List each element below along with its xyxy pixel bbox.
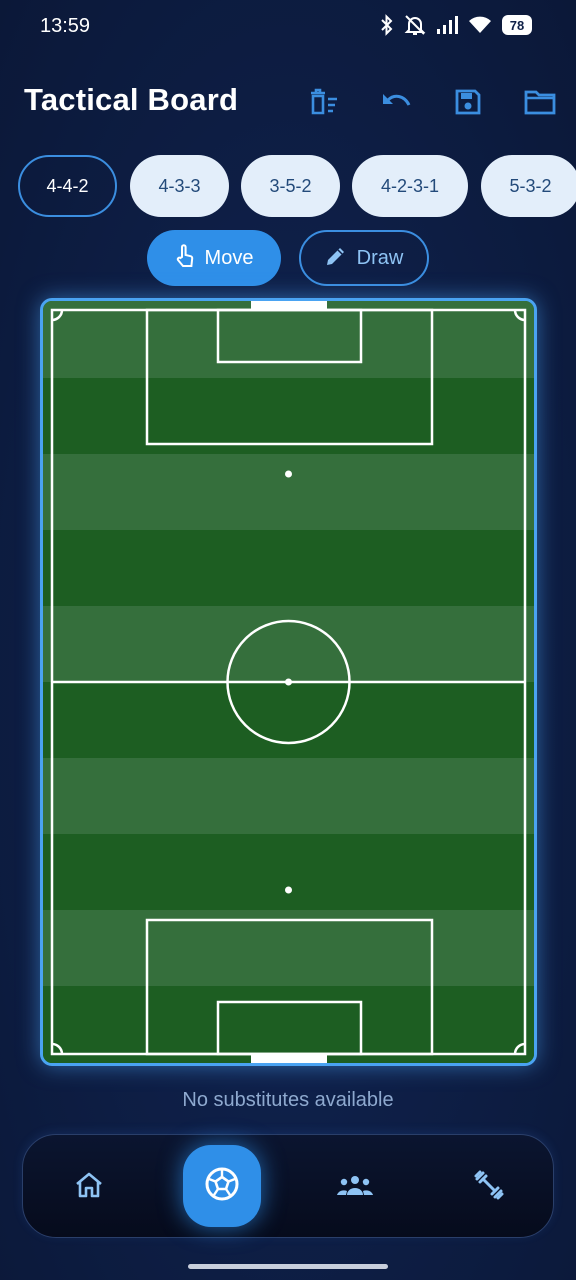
open-folder-button[interactable] — [520, 82, 560, 122]
formation-chip-5-3-2[interactable]: 5-3-2 — [481, 155, 576, 217]
home-icon — [74, 1171, 104, 1204]
nav-home[interactable] — [59, 1157, 119, 1217]
folder-icon — [524, 89, 556, 115]
bluetooth-icon — [380, 14, 394, 36]
home-indicator[interactable] — [188, 1264, 388, 1269]
formation-selector: 4-4-2 4-3-3 3-5-2 4-2-3-1 5-3-2 — [18, 155, 576, 217]
nav-match[interactable] — [183, 1145, 261, 1227]
bottom-navigation — [22, 1134, 554, 1238]
draw-mode-label: Draw — [356, 246, 404, 269]
formation-chip-4-3-3[interactable]: 4-3-3 — [130, 155, 229, 217]
soccer-ball-icon — [204, 1166, 240, 1207]
battery-icon: 78 — [502, 15, 532, 35]
formation-chip-4-4-2[interactable]: 4-4-2 — [18, 155, 117, 217]
move-mode-label: Move — [204, 246, 254, 269]
wifi-icon — [468, 15, 492, 35]
training-icon — [473, 1169, 505, 1206]
page-title: Tactical Board — [24, 82, 239, 117]
save-button[interactable] — [448, 82, 488, 122]
draw-mode-button[interactable]: Draw — [299, 230, 429, 286]
signal-icon — [436, 15, 458, 35]
status-time: 13:59 — [40, 15, 91, 37]
nav-team[interactable] — [325, 1157, 385, 1217]
formation-chip-3-5-2[interactable]: 3-5-2 — [241, 155, 340, 217]
mute-icon — [404, 14, 426, 36]
formation-chip-4-2-3-1[interactable]: 4-2-3-1 — [352, 155, 468, 217]
clear-board-button[interactable] — [304, 82, 344, 122]
tactical-pitch[interactable] — [40, 298, 537, 1066]
clear-icon — [308, 88, 340, 116]
undo-icon — [380, 90, 412, 114]
hand-pointer-icon — [175, 243, 195, 273]
pencil-icon — [325, 245, 347, 272]
move-mode-button[interactable]: Move — [147, 230, 281, 286]
substitutes-message: No substitutes available — [182, 1089, 394, 1111]
undo-button[interactable] — [376, 82, 416, 122]
team-icon — [336, 1173, 374, 1202]
status-bar: 13:59 78 — [0, 0, 576, 52]
save-icon — [454, 88, 482, 116]
app-header: Tactical Board — [0, 72, 576, 128]
nav-training[interactable] — [459, 1157, 519, 1217]
pitch-markings — [43, 301, 534, 1063]
status-icons: 78 — [380, 14, 532, 36]
